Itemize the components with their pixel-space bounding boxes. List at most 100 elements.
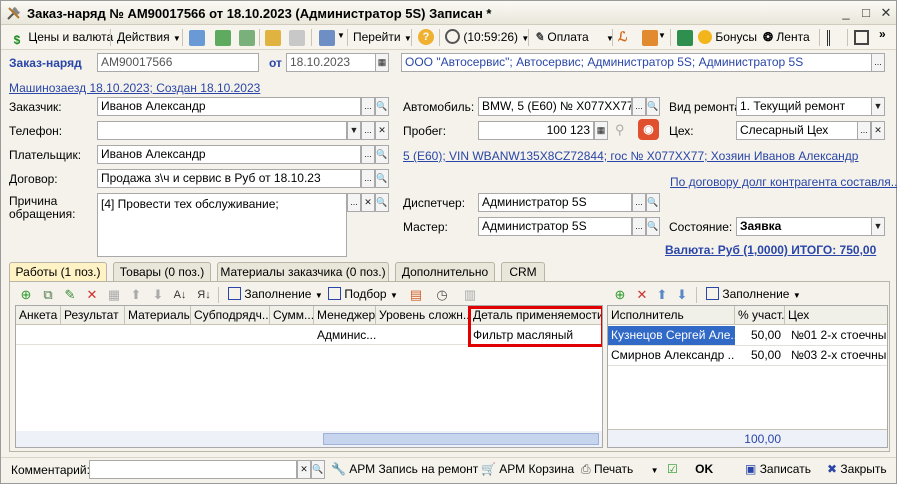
state-dropdown-button[interactable]: ▼: [871, 217, 885, 236]
reason-search-icon[interactable]: 🔍: [375, 193, 389, 212]
tab-additional[interactable]: Дополнительно: [395, 262, 495, 281]
time-button[interactable]: (10:59:26) ▼: [445, 28, 529, 47]
car-select-button[interactable]: ...: [632, 97, 646, 116]
works-fill-menu[interactable]: Заполнение ▼: [228, 285, 323, 304]
payer-field[interactable]: Иванов Александр: [97, 145, 361, 164]
executor-shop-cell[interactable]: №01 2-х стоечны...: [788, 326, 887, 345]
bonuses-button[interactable]: Бонусы: [698, 28, 757, 47]
dispatcher-search-icon[interactable]: 🔍: [646, 193, 660, 212]
works-select-menu[interactable]: Подбор ▼: [328, 285, 398, 304]
dispatcher-select-button[interactable]: ...: [632, 193, 646, 212]
payer-select-button[interactable]: ...: [361, 145, 375, 164]
grid-icon[interactable]: [854, 30, 869, 45]
mileage-field[interactable]: 100 123: [478, 121, 594, 140]
sort-asc-icon[interactable]: A↓: [172, 287, 188, 303]
column-header[interactable]: Уровень сложн...: [376, 306, 470, 325]
add-from-list-icon[interactable]: ▤: [408, 287, 424, 303]
horizontal-scrollbar[interactable]: [16, 431, 602, 447]
phone-select-button[interactable]: ...: [361, 121, 375, 140]
magnifier-icon[interactable]: ⚲: [615, 122, 625, 138]
feed-button[interactable]: ❂ Лента: [763, 28, 810, 47]
history-icon[interactable]: ◷: [434, 287, 450, 303]
dropdown-arrow-icon[interactable]: ▼: [337, 31, 345, 40]
doc-number-field[interactable]: АМ90017566: [97, 53, 259, 72]
master-field[interactable]: Администратор 5S: [478, 217, 632, 236]
master-select-button[interactable]: ...: [632, 217, 646, 236]
post-document-icon[interactable]: [189, 30, 205, 46]
table-row[interactable]: Смирнов Александр ... 50,00 №03 2-х стое…: [608, 346, 887, 366]
edit-document-icon[interactable]: [265, 30, 281, 46]
sort-desc-icon[interactable]: Я↓: [196, 287, 212, 303]
scrollbar-thumb[interactable]: [323, 433, 599, 445]
print-button[interactable]: ⎙ Печать ▼: [581, 460, 659, 479]
end-edit-icon[interactable]: ▦: [106, 287, 122, 303]
column-header[interactable]: Субподрядч...: [191, 306, 270, 325]
close-button[interactable]: ✖ Закрыть: [827, 460, 887, 479]
reason-field[interactable]: [4] Провести тех обслуживание;: [97, 193, 347, 257]
move-up-icon[interactable]: ⬆: [654, 287, 670, 303]
debt-link[interactable]: По договору долг контрагента составля...: [670, 175, 897, 189]
phone-field[interactable]: [97, 121, 347, 140]
comment-clear-icon[interactable]: ✕: [297, 460, 311, 479]
executor-shop-cell[interactable]: №03 2-х стоечны...: [788, 346, 887, 365]
contract-select-button[interactable]: ...: [361, 169, 375, 188]
repair-type-field[interactable]: 1. Текущий ремонт: [736, 97, 872, 116]
add-icon[interactable]: ⊕: [612, 287, 628, 303]
delete-icon[interactable]: ✕: [84, 287, 100, 303]
prices-currency-button[interactable]: $ Цены и валюта: [9, 28, 114, 47]
report-icon[interactable]: ▥: [462, 287, 478, 303]
executor-percent-cell[interactable]: 50,00: [735, 346, 785, 365]
column-header[interactable]: Сумм...: [270, 306, 314, 325]
dispatcher-field[interactable]: Администратор 5S: [478, 193, 632, 212]
payment-button[interactable]: ✎ Оплата ▼: [534, 28, 614, 47]
manager-cell[interactable]: Админис...: [314, 326, 376, 345]
arm-cart-button[interactable]: 🛒 АРМ Корзина: [481, 460, 574, 479]
copy-row-icon[interactable]: ⧉: [40, 287, 56, 303]
executors-fill-menu[interactable]: Заполнение ▼: [706, 285, 801, 304]
calculator-icon[interactable]: ▦: [594, 121, 608, 140]
reason-clear-icon[interactable]: ✕: [361, 193, 375, 212]
table-row[interactable]: Кузнецов Сергей Але... 50,00 №01 2-х сто…: [608, 326, 887, 346]
column-header[interactable]: Цех: [785, 306, 887, 325]
executor-percent-cell[interactable]: 50,00: [735, 326, 785, 345]
organization-select-button[interactable]: ...: [871, 53, 885, 72]
column-header[interactable]: Менеджер: [314, 306, 376, 325]
copy-icon[interactable]: [239, 30, 255, 46]
payer-search-icon[interactable]: 🔍: [375, 145, 389, 164]
customer-select-button[interactable]: ...: [361, 97, 375, 116]
arm-booking-button[interactable]: 🔧 АРМ Запись на ремонт: [331, 460, 478, 479]
arrival-link[interactable]: Машинозаезд 18.10.2023; Создан 18.10.202…: [9, 81, 260, 95]
column-header[interactable]: Материалы: [125, 306, 191, 325]
car-info-link[interactable]: 5 (E60); VIN WBANW135X8CZ72844; гос № X0…: [403, 149, 858, 163]
calendar-button[interactable]: ▦: [375, 53, 389, 72]
move-down-icon[interactable]: ⬇: [150, 287, 166, 303]
structure-icon[interactable]: [319, 30, 335, 46]
contract-field[interactable]: Продажа з\ч и сервис в Руб от 18.10.23: [97, 169, 361, 188]
state-field[interactable]: Заявка: [736, 217, 872, 236]
goto-menu[interactable]: Перейти ▼: [353, 28, 412, 47]
customer-search-icon[interactable]: 🔍: [375, 97, 389, 116]
phone-clear-icon[interactable]: ✕: [375, 121, 389, 140]
actions-menu[interactable]: Действия ▼: [117, 28, 181, 47]
ok-button[interactable]: ☑ OK: [667, 460, 713, 479]
service-history-icon[interactable]: ◉: [638, 119, 659, 140]
customer-field[interactable]: Иванов Александр: [97, 97, 361, 116]
contract-search-icon[interactable]: 🔍: [375, 169, 389, 188]
delete-icon[interactable]: ✕: [634, 287, 650, 303]
tab-customer-materials[interactable]: Материалы заказчика (0 поз.): [217, 262, 389, 281]
column-header[interactable]: Исполнитель: [608, 306, 735, 325]
comment-field[interactable]: [89, 460, 297, 479]
master-search-icon[interactable]: 🔍: [646, 217, 660, 236]
refresh-icon[interactable]: [215, 30, 231, 46]
total-link[interactable]: Валюта: Руб (1,0000) ИТОГО: 750,00: [665, 243, 876, 257]
signature-icon[interactable]: ℒ: [618, 29, 627, 45]
help-icon[interactable]: ?: [418, 29, 434, 45]
repair-type-dropdown-button[interactable]: ▼: [871, 97, 885, 116]
comment-search-icon[interactable]: 🔍: [311, 460, 325, 479]
add-icon[interactable]: ⊕: [18, 287, 34, 303]
structure-list-icon[interactable]: [827, 30, 841, 46]
tab-works[interactable]: Работы (1 поз.): [9, 262, 107, 282]
reason-select-button[interactable]: ...: [347, 193, 361, 212]
tab-crm[interactable]: CRM: [501, 262, 545, 281]
car-field[interactable]: BMW, 5 (E60) № X077XX77 VI: [478, 97, 632, 116]
